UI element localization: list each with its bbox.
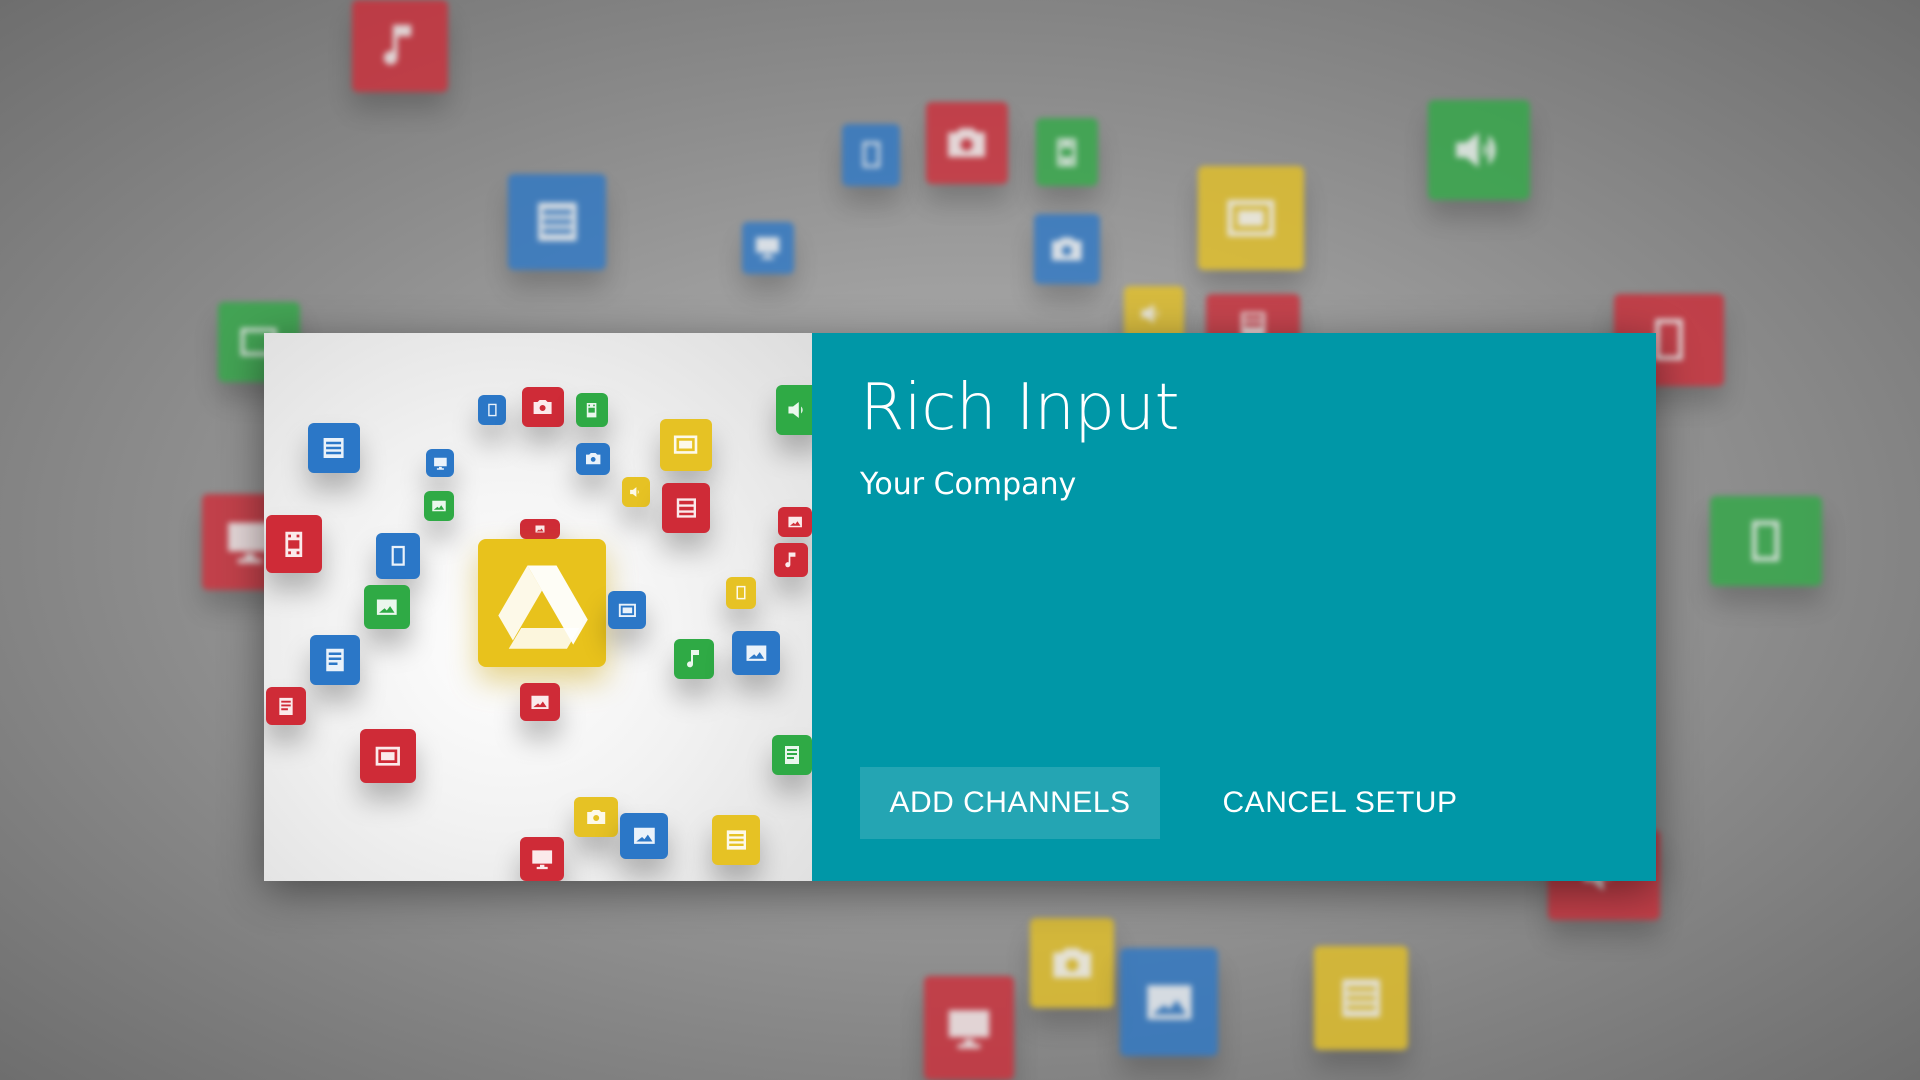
dialog-title: Rich Input xyxy=(860,371,1180,445)
list-icon xyxy=(712,815,760,865)
list-icon xyxy=(508,174,606,270)
image-icon xyxy=(364,585,410,629)
music-icon xyxy=(352,0,448,92)
drive-logo-icon xyxy=(478,539,606,667)
tablet-icon xyxy=(842,124,900,186)
film-icon xyxy=(266,515,322,573)
image-icon xyxy=(620,813,668,859)
monitor-icon xyxy=(924,976,1014,1080)
setup-dialog: Rich Input Your Company ADD CHANNELS CAN… xyxy=(264,333,1656,881)
document-icon xyxy=(310,635,360,685)
slides-icon xyxy=(660,419,712,471)
speaker-icon xyxy=(776,385,812,435)
image-icon xyxy=(520,683,560,721)
list-icon xyxy=(308,423,360,473)
cancel-setup-button[interactable]: CANCEL SETUP xyxy=(1190,767,1490,839)
hero-illustration xyxy=(264,333,812,881)
slides-icon xyxy=(608,591,646,629)
monitor-icon xyxy=(742,222,794,274)
camera-icon xyxy=(576,443,610,475)
dialog-content-panel: Rich Input Your Company ADD CHANNELS CAN… xyxy=(812,333,1656,881)
document-icon xyxy=(772,735,812,775)
speaker-icon xyxy=(1428,100,1530,200)
spreadsheet-icon xyxy=(662,483,710,533)
tablet-icon xyxy=(478,395,506,425)
camera-icon xyxy=(1030,918,1114,1008)
camera-icon xyxy=(1034,214,1100,284)
slides-icon xyxy=(1198,166,1304,270)
image-icon xyxy=(732,631,780,675)
music-icon xyxy=(774,543,808,577)
image-icon xyxy=(424,491,454,521)
document-icon xyxy=(266,687,306,725)
speaker-icon xyxy=(622,477,650,507)
camera-icon xyxy=(926,102,1008,184)
list-icon xyxy=(1314,946,1408,1050)
music-icon xyxy=(674,639,714,679)
monitor-icon xyxy=(520,837,564,881)
image-icon xyxy=(520,519,560,539)
add-channels-button[interactable]: ADD CHANNELS xyxy=(860,767,1160,839)
dialog-subtitle: Your Company xyxy=(860,467,1077,502)
camera-icon xyxy=(574,797,618,837)
tablet-icon xyxy=(726,577,756,609)
image-icon xyxy=(1120,948,1218,1056)
tablet-icon xyxy=(1710,496,1822,586)
monitor-icon xyxy=(426,449,454,477)
tablet-icon xyxy=(376,533,420,579)
camera-icon xyxy=(522,387,564,427)
image-icon xyxy=(778,507,812,537)
slides-icon xyxy=(360,729,416,783)
film-icon xyxy=(576,393,608,427)
film-icon xyxy=(1036,118,1098,186)
